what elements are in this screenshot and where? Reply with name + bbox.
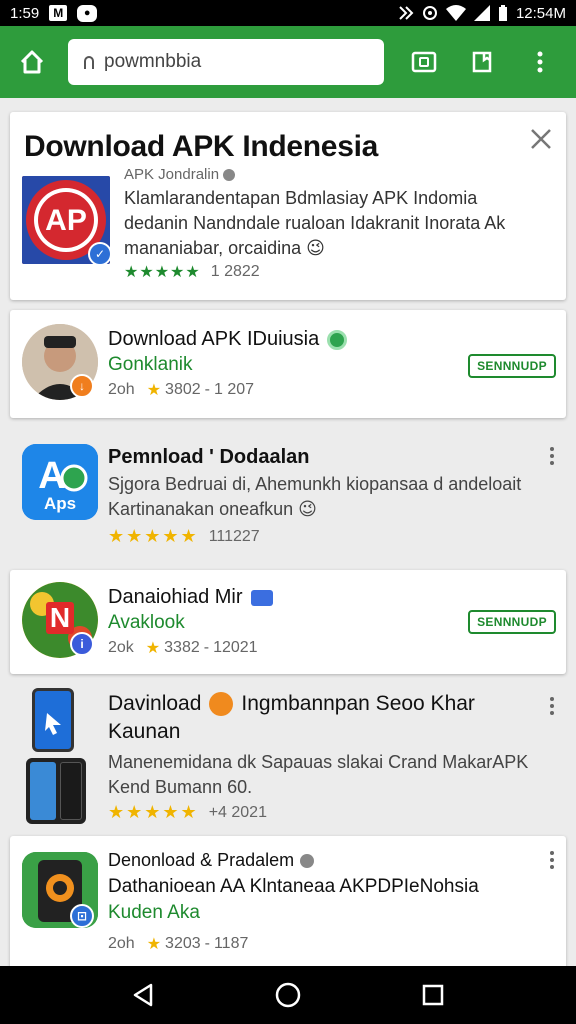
status-time-right: 12:54M (515, 4, 566, 22)
notification-app-icon: M (49, 5, 68, 21)
featured-description: Klamlarandentapan Bdmlasiay APK Indomia … (124, 188, 506, 258)
home-icon[interactable] (14, 44, 50, 80)
app-title-line2: Kaunan (108, 720, 181, 743)
featured-app-card[interactable]: Download APK Indenesia AP ✓ APK Jondrali… (10, 112, 566, 300)
app-count: 1 207 (213, 381, 255, 398)
page-title: Download APK Indenesia (24, 130, 379, 163)
tablet-screenshot-icon (26, 758, 86, 824)
info-badge-icon: i (70, 632, 94, 656)
app-title: Pemnload ' Dodaalan (108, 446, 310, 468)
app-description: Manenemidana dk Sapauas slakai Crand Mak… (108, 752, 529, 797)
system-nav-bar (0, 966, 576, 1024)
overflow-menu-icon[interactable] (522, 44, 558, 80)
app-title: Davinload (108, 692, 202, 715)
list-item[interactable]: N i Danaiohiad Mir Avaklook 2ok ★ 3382 -… (10, 570, 566, 674)
verified-badge-icon: ✓ (88, 242, 112, 266)
close-icon[interactable] (526, 124, 556, 154)
list-item[interactable]: Davinload Ingmbannpan Seoo Khar Kaunan M… (10, 686, 566, 836)
more-options-icon[interactable] (542, 848, 562, 872)
browser-toolbar: powmnbbia (0, 26, 576, 98)
recents-button[interactable] (413, 975, 453, 1015)
chat-badge-icon (250, 589, 273, 606)
signal-icon (473, 5, 490, 21)
app-icon: A Aps (22, 444, 98, 520)
app-developer: Gonklanik (108, 354, 193, 375)
featured-publisher: APK Jondralin (124, 166, 220, 183)
star-icon: ★ (146, 382, 162, 399)
list-item[interactable]: ⊡ Denonload & Pradalem Dathanioean AA Kl… (10, 836, 566, 966)
status-time-left: 1:59 (10, 4, 40, 22)
search-icon (84, 56, 94, 69)
app-title: Danaiohiad Mir (108, 586, 243, 608)
app-size: 2ok (108, 639, 134, 656)
list-item[interactable]: A Aps Pemnload ' Dodaalan Sjgora Bedruai… (10, 428, 566, 558)
verified-icon (300, 853, 315, 868)
app-description: Sjgora Bedruai di, Ahemunkh kiopansaa d … (108, 474, 522, 519)
more-options-icon[interactable] (542, 694, 562, 718)
url-text: powmnbbia (104, 51, 202, 72)
status-bar: 1:59 M ● 12:54M (0, 0, 576, 26)
install-button[interactable]: SENNNUDP (468, 610, 556, 634)
install-button[interactable]: SENNNUDP (468, 354, 556, 378)
app-title: Download APK IDuiusia (108, 328, 320, 350)
back-icon (133, 983, 152, 1007)
url-bar[interactable]: powmnbbia (68, 39, 384, 85)
phone-screenshot-icon (32, 688, 74, 752)
app-rating-stars: ★★★★★ (108, 802, 199, 822)
verified-check-icon (327, 329, 348, 350)
recents-icon (423, 984, 444, 1006)
app-count: +4 2021 (208, 803, 267, 821)
download-badge-icon: ↓ (70, 374, 94, 398)
app-rating: 3382 (164, 639, 200, 656)
featured-rating-stars: ★★★★★ (124, 264, 201, 281)
wink-emoji-icon: 😉 (298, 499, 317, 519)
featured-rating-count: 1 2822 (210, 263, 260, 280)
svg-text:AP: AP (45, 204, 87, 237)
app-developer: Kuden Aka (108, 902, 200, 923)
app-count: 111227 (208, 527, 260, 545)
smile-emoji-icon (209, 692, 234, 716)
star-icon: ★ (146, 936, 162, 953)
app-title-rest: Ingmbannpan Seoo Khar (241, 692, 475, 715)
wifi-icon (445, 5, 466, 21)
alarm-icon (422, 6, 437, 20)
bookmark-icon[interactable] (464, 44, 500, 80)
star-icon: ★ (145, 640, 161, 657)
list-item[interactable]: ↓ Download APK IDuiusia Gonklanik 2oh ★ … (10, 310, 566, 418)
nfc-icon (399, 6, 414, 20)
app-rating-stars: ★★★★★ (108, 526, 199, 546)
app-title: Denonload & Pradalem (108, 850, 295, 870)
app-count: 1187 (213, 935, 249, 952)
app-count: 12021 (213, 639, 258, 656)
tabs-icon[interactable] (406, 44, 442, 80)
app-rating: 3802 (165, 381, 201, 398)
wink-emoji-icon: 😉 (306, 238, 325, 258)
app-subtitle: Dathanioean AA Klntaneaa AKPDPIeNohsia (108, 876, 479, 897)
app-icon-letter: N (49, 602, 71, 633)
app-size: 2oh (108, 935, 135, 952)
home-circle-icon (275, 982, 301, 1008)
notification-dot-icon: ● (77, 4, 98, 22)
more-options-icon[interactable] (542, 444, 562, 468)
battery-icon (498, 5, 507, 21)
app-size: 2oh (108, 381, 135, 398)
home-button[interactable] (268, 975, 308, 1015)
lock-badge-icon: ⊡ (70, 904, 94, 928)
app-developer: Avaklook (108, 612, 185, 633)
back-button[interactable] (123, 975, 163, 1015)
results-list: Download APK Indenesia AP ✓ APK Jondrali… (0, 98, 576, 966)
verified-icon (223, 168, 236, 181)
app-icon-label: Aps (43, 494, 77, 513)
app-rating: 3203 (165, 935, 201, 952)
